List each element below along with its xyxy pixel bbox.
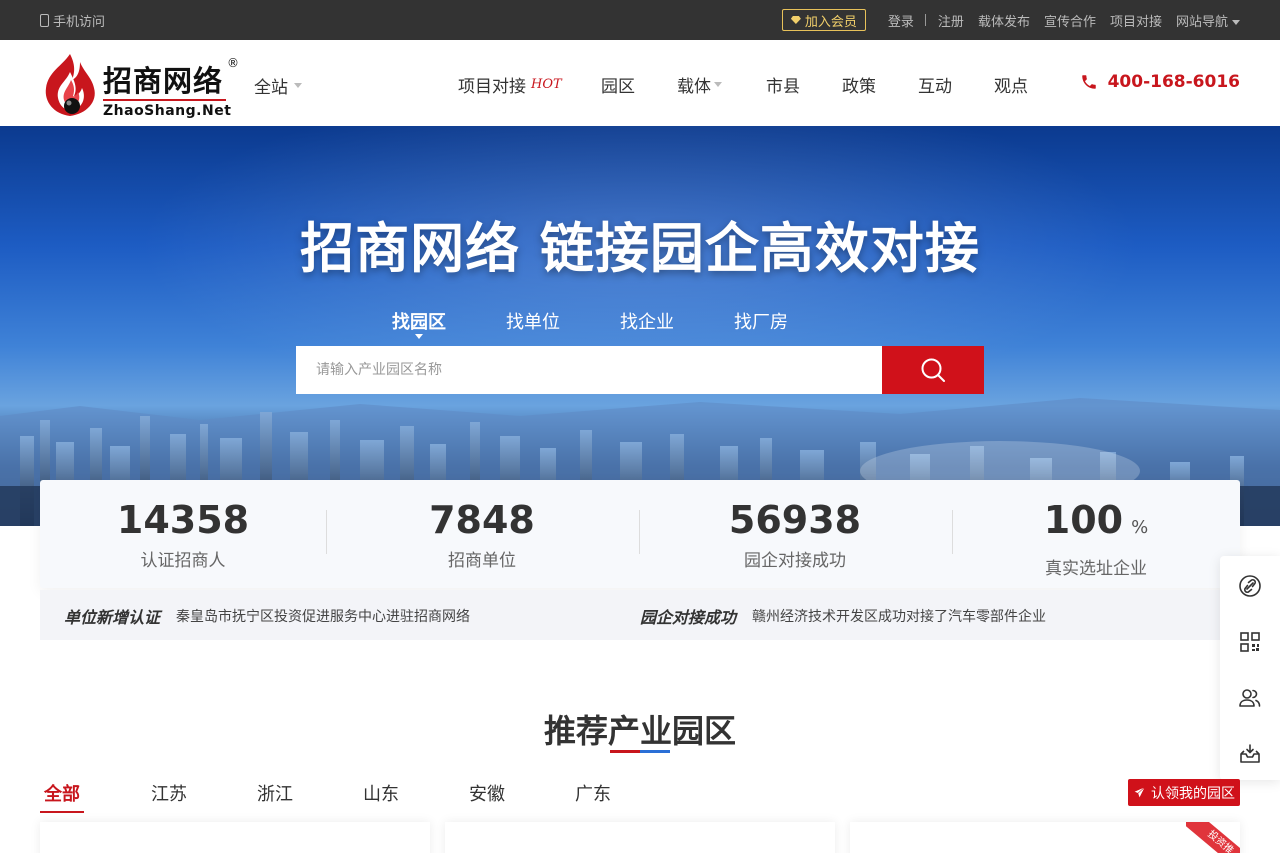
- tab-region-shandong[interactable]: 山东: [363, 780, 399, 806]
- claim-park-button[interactable]: 认领我的园区: [1128, 779, 1240, 806]
- phone-icon: [1081, 75, 1096, 89]
- claim-park-label: 认领我的园区: [1151, 785, 1235, 802]
- nav-label: 市县: [766, 77, 800, 97]
- nav-label: 载体: [677, 77, 711, 97]
- nav-item-policy[interactable]: 政策: [842, 72, 876, 97]
- promotion-link[interactable]: 宣传合作: [1044, 11, 1096, 30]
- ticker-item[interactable]: 园企对接成功 赣州经济技术开发区成功对接了汽车零部件企业: [640, 604, 1046, 628]
- top-links: 加入会员 登录 注册 载体发布 宣传合作 项目对接 网站导航: [781, 9, 1240, 31]
- mobile-visit-label: 手机访问: [53, 15, 106, 30]
- ticker-message: 赣州经济技术开发区成功对接了汽车零部件企业: [752, 609, 1047, 625]
- stat-label: 园企对接成功: [744, 551, 846, 571]
- news-ticker: 单位新增认证 秦皇岛市抚宁区投资促进服务中心进驻招商网络 园企对接成功 赣州经济…: [40, 590, 1240, 640]
- flame-logo-icon: [45, 54, 95, 116]
- chevron-down-icon: [714, 82, 722, 87]
- search-button[interactable]: [882, 346, 984, 394]
- nav-label: 互动: [918, 77, 952, 97]
- stat-label: 招商单位: [448, 551, 516, 571]
- tab-find-unit[interactable]: 找单位: [506, 308, 560, 334]
- sidebar-qrcode-button[interactable]: [1220, 614, 1280, 670]
- mobile-visit-link[interactable]: 手机访问: [40, 11, 105, 30]
- ticker-tag: 单位新增认证: [64, 608, 161, 627]
- hot-badge: HOT: [531, 77, 562, 92]
- paper-plane-icon: [1133, 786, 1146, 799]
- top-bar: 手机访问 加入会员 登录 注册 载体发布 宣传合作 项目对接 网站导航: [0, 0, 1280, 40]
- stat-real-enterprises: 100% 真实选址企业: [946, 498, 1246, 579]
- nav-item-parks[interactable]: 园区: [601, 72, 635, 97]
- logo-subtitle: ZhaoShang.Net: [103, 103, 232, 119]
- tab-find-factory[interactable]: 找厂房: [734, 308, 788, 334]
- nav-item-cities[interactable]: 市县: [766, 72, 800, 97]
- logo-title: 招商网络: [103, 64, 224, 98]
- hotline[interactable]: 400-168-6016: [1080, 72, 1240, 92]
- nav-item-views[interactable]: 观点: [994, 72, 1028, 97]
- section-title: 推荐产业园区: [543, 712, 736, 750]
- stat-value: 7848: [429, 498, 535, 542]
- ribbon-label: 投资推: [1186, 822, 1240, 853]
- banner-headline: 招商网络 链接园企高效对接: [300, 217, 980, 280]
- logo-underline: [103, 99, 226, 101]
- login-link[interactable]: 登录: [888, 11, 914, 30]
- ticker-message: 秦皇岛市抚宁区投资促进服务中心进驻招商网络: [176, 609, 471, 625]
- tab-region-jiangsu[interactable]: 江苏: [151, 780, 187, 806]
- hotline-number: 400-168-6016: [1107, 72, 1240, 92]
- nav-item-carriers[interactable]: 载体: [677, 72, 722, 97]
- nav-item-interaction[interactable]: 互动: [918, 72, 952, 97]
- tab-region-all[interactable]: 全部: [40, 780, 84, 813]
- main-header: 招商网络 ® ZhaoShang.Net 全站 项目对接 HOT 园区 载体 市…: [0, 40, 1280, 126]
- investment-ribbon: 投资推: [1186, 822, 1240, 853]
- nav-label: 观点: [994, 77, 1028, 97]
- nav-label: 政策: [842, 77, 876, 97]
- stat-unit: %: [1131, 517, 1149, 538]
- ticker-item[interactable]: 单位新增认证 秦皇岛市抚宁区投资促进服务中心进驻招商网络: [64, 604, 470, 628]
- search-input[interactable]: [296, 346, 882, 394]
- chevron-down-icon: [294, 83, 302, 88]
- site-nav-label: 网站导航: [1175, 14, 1228, 30]
- stat-value: 14358: [116, 498, 250, 542]
- tab-region-guangdong[interactable]: 广东: [575, 780, 611, 806]
- ticker-tag: 园企对接成功: [640, 608, 737, 627]
- tab-region-zhejiang[interactable]: 浙江: [257, 780, 293, 806]
- project-docking-link[interactable]: 项目对接: [1110, 11, 1162, 30]
- stat-successful-dockings: 56938 园企对接成功: [645, 498, 945, 571]
- nav-label: 园区: [601, 77, 635, 97]
- site-nav-link[interactable]: 网站导航: [1176, 11, 1240, 30]
- register-link[interactable]: 注册: [938, 11, 964, 30]
- diamond-icon: [790, 16, 801, 24]
- search-icon: [921, 358, 945, 382]
- carrier-publish-link[interactable]: 载体发布: [978, 11, 1030, 30]
- chevron-down-icon: [1232, 19, 1240, 25]
- top-divider: [924, 14, 926, 26]
- park-card[interactable]: [40, 822, 430, 853]
- tab-region-anhui[interactable]: 安徽: [469, 780, 505, 806]
- park-card-list: 投资推: [40, 822, 1240, 853]
- join-member-button[interactable]: 加入会员: [781, 9, 866, 31]
- nav-item-project-docking[interactable]: 项目对接 HOT: [458, 72, 562, 97]
- stat-investment-units: 7848 招商单位: [332, 498, 632, 571]
- qrcode-icon: [1240, 632, 1260, 652]
- site-scope-select[interactable]: 全站: [254, 73, 302, 98]
- link-icon: [1239, 575, 1261, 597]
- join-member-label: 加入会员: [804, 14, 857, 30]
- nav-label: 项目对接: [458, 77, 526, 97]
- logo-registered-mark: ®: [227, 56, 239, 70]
- search-bar: [296, 346, 984, 394]
- tab-find-enterprise[interactable]: 找企业: [620, 308, 674, 334]
- title-underline: [610, 750, 670, 753]
- park-card[interactable]: 投资推: [850, 822, 1240, 853]
- site-scope-label: 全站: [254, 78, 288, 98]
- park-card[interactable]: [445, 822, 835, 853]
- stat-value: 100: [1043, 498, 1124, 542]
- tab-find-park[interactable]: 找园区: [392, 308, 446, 339]
- site-logo[interactable]: 招商网络 ® ZhaoShang.Net: [40, 50, 240, 119]
- stat-value: 56938: [728, 498, 862, 542]
- hero-banner: 招商网络 链接园企高效对接 找园区 找单位 找企业 找厂房: [0, 126, 1280, 526]
- stat-certified-agents: 14358 认证招商人: [33, 498, 333, 571]
- stat-value-row: 100%: [946, 498, 1246, 550]
- stat-label: 真实选址企业: [1045, 559, 1147, 579]
- sidebar-link-button[interactable]: [1220, 558, 1280, 614]
- stat-label: 认证招商人: [140, 551, 226, 571]
- mobile-phone-icon: [40, 14, 49, 27]
- stats-panel: 14358 认证招商人 7848 招商单位 56938 园企对接成功 100% …: [40, 480, 1240, 588]
